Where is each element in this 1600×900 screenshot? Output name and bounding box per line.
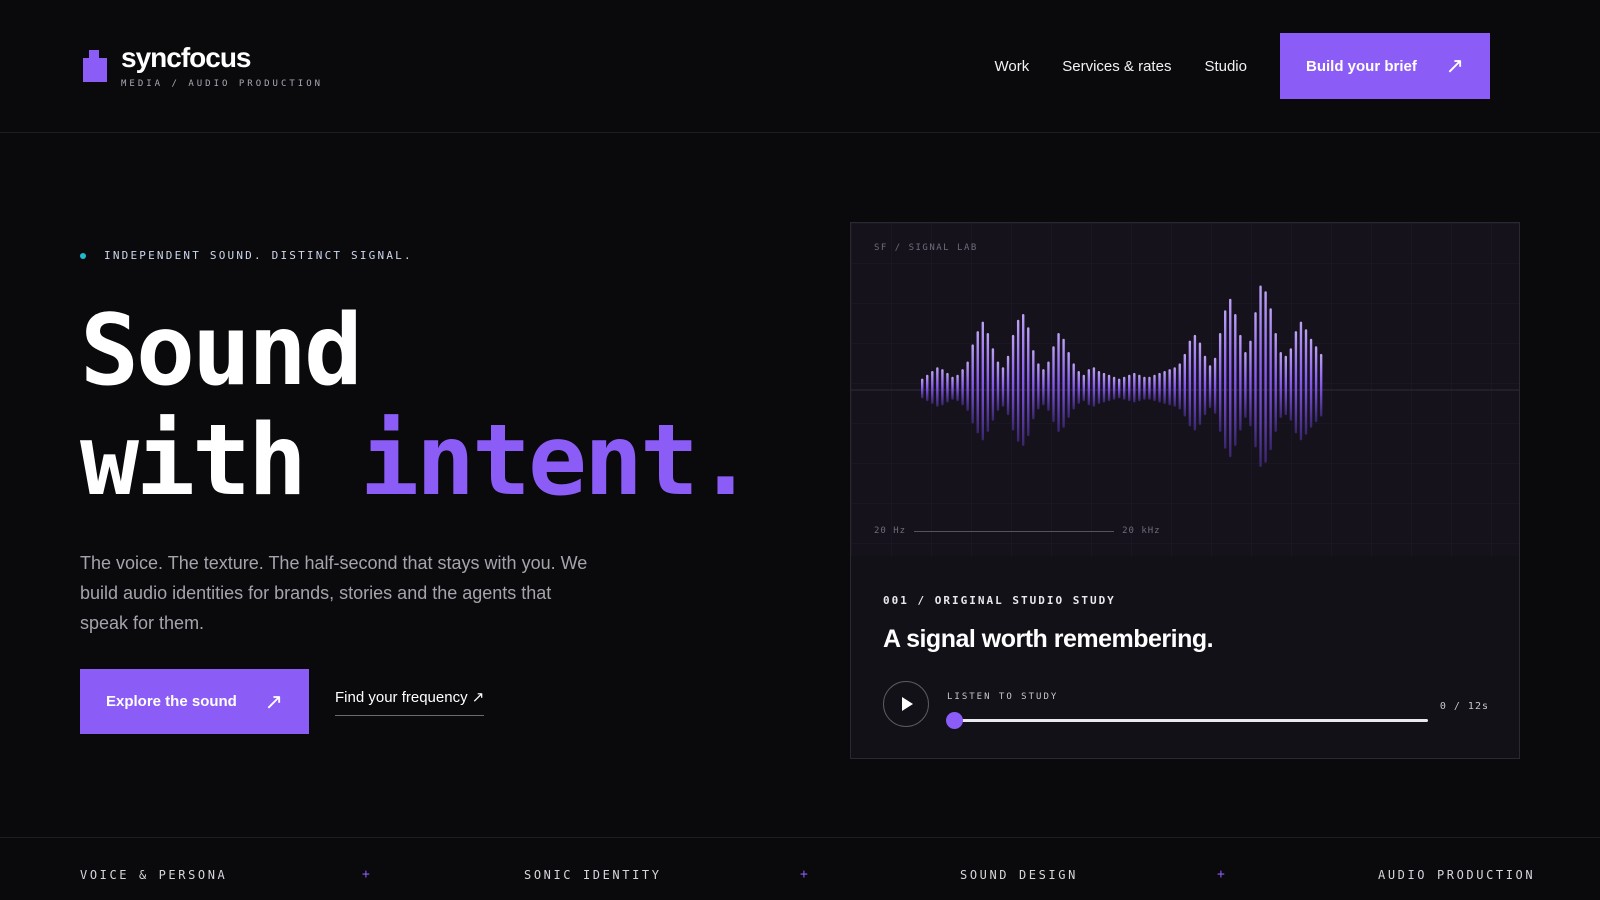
find-frequency-link[interactable]: Find your frequency ↗ xyxy=(335,688,485,716)
playback-scrubber[interactable] xyxy=(946,712,1428,729)
brand-tagline: MEDIA / AUDIO PRODUCTION xyxy=(121,79,324,89)
plus-icon: + xyxy=(1217,867,1225,882)
waveform-graphic xyxy=(851,223,1519,556)
study-card: SF / SIGNAL LAB 20 Hz 20 kHz 001 / ORIGI… xyxy=(850,222,1520,759)
frequency-range: 20 Hz 20 kHz xyxy=(874,526,1161,536)
ticker-item: AUDIO PRODUCTION xyxy=(1378,868,1536,882)
build-brief-button[interactable]: Build your brief ↗ xyxy=(1280,33,1490,99)
waveform-visual: SF / SIGNAL LAB 20 Hz 20 kHz xyxy=(851,223,1519,556)
ticker-item: SONIC IDENTITY xyxy=(524,868,662,882)
play-icon xyxy=(902,697,913,711)
range-high: 20 kHz xyxy=(1122,526,1161,536)
signal-dot-icon xyxy=(80,252,86,259)
arrow-up-right-icon: ↗ xyxy=(264,688,283,714)
brand-logo[interactable]: syncfocus MEDIA / AUDIO PRODUCTION xyxy=(80,44,323,89)
hero-title-accent: intent. xyxy=(360,404,755,518)
listen-label: LISTEN TO STUDY xyxy=(947,692,1059,702)
study-eyebrow: 001 / ORIGINAL STUDIO STUDY xyxy=(883,594,1116,607)
plus-icon: + xyxy=(800,867,808,882)
range-line xyxy=(914,530,1115,532)
hero-lede: The voice. The texture. The half-second … xyxy=(80,553,588,633)
range-low: 20 Hz xyxy=(874,526,907,536)
nav-link-studio[interactable]: Studio xyxy=(1204,58,1247,75)
hero-eyebrow-text: INDEPENDENT SOUND. DISTINCT SIGNAL. xyxy=(104,249,413,262)
services-ticker: VOICE & PERSONA + SONIC IDENTITY + SOUND… xyxy=(0,837,1600,900)
hero-title-line2a: with xyxy=(80,404,361,518)
site-header: syncfocus MEDIA / AUDIO PRODUCTION Work … xyxy=(0,0,1600,133)
explore-sound-button[interactable]: Explore the sound ↗ xyxy=(80,669,309,734)
play-button[interactable] xyxy=(883,681,929,727)
arrow-up-right-icon: ↗ xyxy=(1445,53,1464,78)
hero-title-line1: Sound xyxy=(80,294,363,408)
nav-link-services[interactable]: Services & rates xyxy=(1062,58,1171,75)
ticker-item: SOUND DESIGN xyxy=(960,868,1078,882)
study-title: A signal worth remembering. xyxy=(883,625,1214,653)
build-brief-label: Build your brief xyxy=(1306,57,1417,75)
hero-eyebrow: INDEPENDENT SOUND. DISTINCT SIGNAL. xyxy=(80,249,413,262)
viz-tag: SF / SIGNAL LAB xyxy=(874,243,978,253)
scrubber-handle[interactable] xyxy=(946,712,963,729)
ticker-item: VOICE & PERSONA xyxy=(80,868,228,882)
hero-title: Sound with intent. xyxy=(80,294,755,518)
main-nav: Work Services & rates Studio Build your … xyxy=(962,33,1490,99)
nav-link-work[interactable]: Work xyxy=(995,58,1030,75)
logo-mark-icon xyxy=(80,50,108,86)
plus-icon: + xyxy=(362,867,370,882)
explore-sound-label: Explore the sound xyxy=(106,693,237,710)
playback-time: 0 / 12s xyxy=(1439,701,1489,712)
brand-name: syncfocus xyxy=(121,42,252,73)
